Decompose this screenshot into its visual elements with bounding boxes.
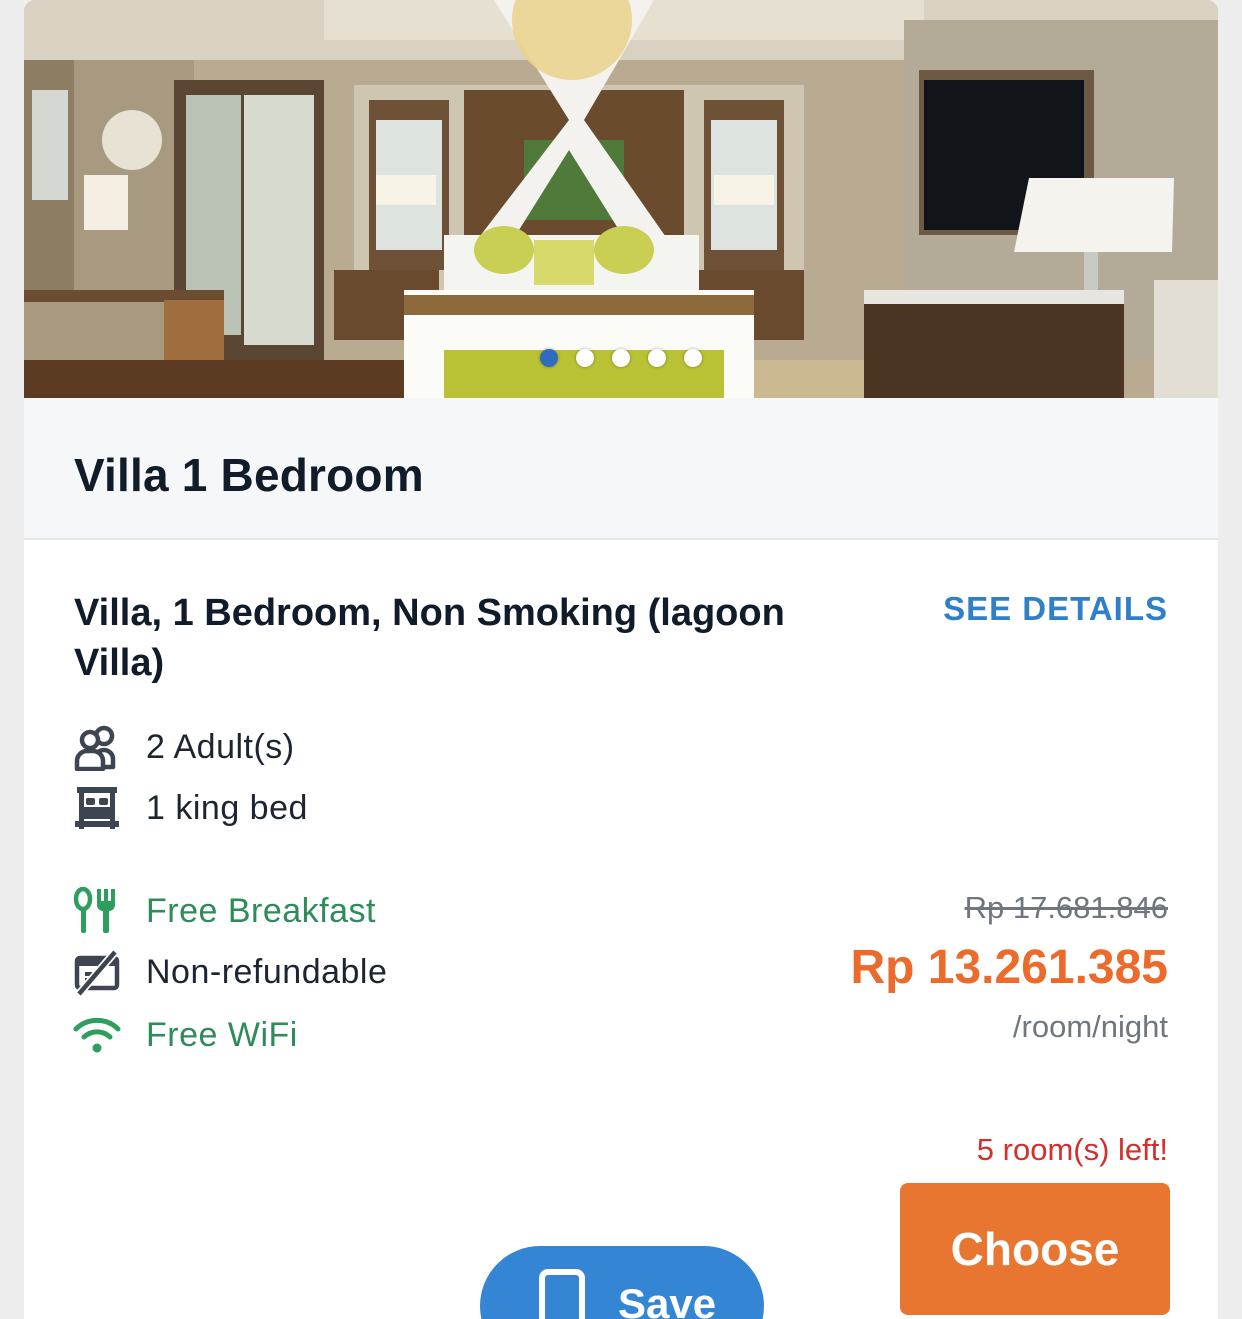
- rate-name: Villa, 1 Bedroom, Non Smoking (lagoon Vi…: [74, 592, 785, 684]
- save-label: Save: [618, 1280, 717, 1319]
- wifi-icon: [72, 1010, 122, 1060]
- original-price: Rp 17.681.846: [964, 890, 1168, 925]
- occupancy-row: 2 Adult(s): [72, 720, 295, 774]
- see-details-link[interactable]: SEE DETAILS: [943, 590, 1168, 628]
- room-photo-carousel[interactable]: [24, 0, 1218, 398]
- room-card: Villa 1 Bedroom Villa, 1 Bedroom, Non Sm…: [24, 0, 1218, 1319]
- carousel-dot[interactable]: [648, 349, 666, 367]
- price-unit: /room/night: [1012, 1009, 1168, 1044]
- amenity-label-wifi: Free WiFi: [146, 1015, 298, 1054]
- bed-row: 1 king bed: [72, 781, 308, 835]
- non-refundable-icon: [72, 947, 122, 997]
- amenity-row-breakfast: Free Breakfast: [72, 884, 376, 938]
- amenity-label-refund: Non-refundable: [146, 952, 388, 991]
- bookmark-icon: [539, 1269, 585, 1319]
- users-icon: [72, 722, 122, 772]
- carousel-indicator: [24, 349, 1218, 369]
- occupancy-text: 2 Adult(s): [146, 727, 295, 766]
- carousel-dot[interactable]: [612, 349, 630, 367]
- carousel-dot-active[interactable]: [540, 349, 558, 367]
- room-header: Villa 1 Bedroom: [24, 398, 1218, 540]
- carousel-dot[interactable]: [684, 349, 702, 367]
- fork-knife-icon: [72, 886, 122, 936]
- bed-icon: [72, 783, 122, 833]
- save-button[interactable]: Save: [480, 1246, 764, 1319]
- room-title: Villa 1 Bedroom: [74, 449, 424, 501]
- discounted-price: Rp 13.261.385: [850, 941, 1168, 994]
- rooms-left-badge: 5 room(s) left!: [976, 1132, 1168, 1167]
- bed-text: 1 king bed: [146, 788, 308, 827]
- amenity-label-breakfast: Free Breakfast: [146, 891, 376, 930]
- amenity-row-wifi: Free WiFi: [72, 1008, 298, 1062]
- carousel-dot[interactable]: [576, 349, 594, 367]
- choose-button[interactable]: Choose: [900, 1183, 1170, 1315]
- room-photo: [24, 0, 1218, 398]
- amenity-row-refund: Non-refundable: [72, 945, 387, 999]
